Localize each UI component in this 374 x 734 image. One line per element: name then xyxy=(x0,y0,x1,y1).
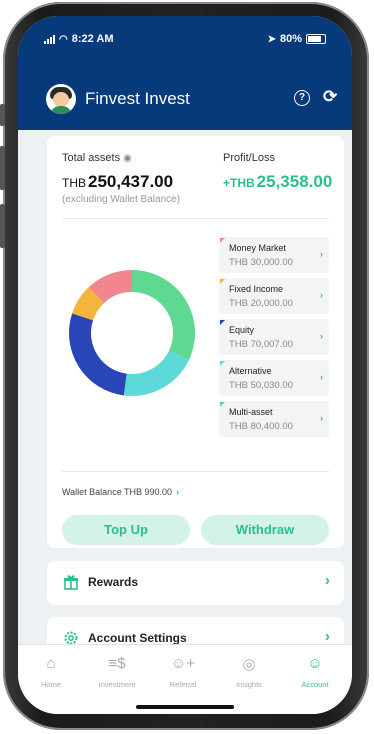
tab-account[interactable]: ☺ Account xyxy=(282,655,348,689)
legend-value: THB 50,030.00 xyxy=(229,380,293,391)
total-assets-amount: 250,437.00 xyxy=(88,172,174,191)
legend-name: Multi-asset xyxy=(229,407,273,417)
chevron-right-icon: › xyxy=(325,572,330,589)
chevron-right-icon: › xyxy=(320,413,323,423)
legend-item-fixed-income[interactable]: Fixed Income THB 20,000.00 › xyxy=(219,278,329,314)
home-indicator xyxy=(136,705,234,709)
app-title: Finvest Invest xyxy=(85,89,190,108)
total-assets-value: THB 250,437.00 xyxy=(62,172,173,192)
wallet-balance-link[interactable]: Wallet Balance THB 990.00 › xyxy=(62,487,179,497)
chevron-right-icon: › xyxy=(320,249,323,259)
tab-investment[interactable]: ≡$ Investment xyxy=(84,655,150,689)
legend-name: Alternative xyxy=(229,366,272,376)
donut-slice-multi-asset[interactable] xyxy=(132,270,195,361)
status-left: ◠ 8:22 AM xyxy=(44,33,114,45)
total-assets-label-text: Total assets xyxy=(62,152,121,164)
donut-slice-equity[interactable] xyxy=(68,313,127,396)
status-time: 8:22 AM xyxy=(71,33,114,45)
tab-home[interactable]: ⌂ Home xyxy=(18,655,84,689)
divider xyxy=(62,218,329,219)
eye-icon[interactable]: ◉ xyxy=(123,153,132,164)
tab-label: Account xyxy=(301,680,329,689)
withdraw-button[interactable]: Withdraw xyxy=(201,515,329,545)
legend-name: Equity xyxy=(229,325,255,335)
profit-loss-label: Profit/Loss xyxy=(223,152,275,164)
legend-color-marker xyxy=(220,279,225,284)
profit-loss-value: +THB 25,358.00 xyxy=(223,172,332,192)
status-bar: ◠ 8:22 AM ➤ 80% xyxy=(18,16,352,60)
gift-icon xyxy=(64,575,78,590)
top-up-button[interactable]: Top Up xyxy=(62,515,190,545)
total-assets-currency: THB xyxy=(62,176,86,190)
volume-up-button xyxy=(0,146,5,190)
tab-label: Home xyxy=(40,680,61,689)
chevron-right-icon: › xyxy=(320,331,323,341)
legend-value: THB 30,000.00 xyxy=(229,257,293,268)
signal-icon xyxy=(44,34,55,44)
legend-item-alternative[interactable]: Alternative THB 50,030.00 › xyxy=(219,360,329,396)
legend-color-marker xyxy=(220,238,225,243)
chevron-right-icon: › xyxy=(320,372,323,382)
tab-insights[interactable]: ◎ Insights xyxy=(216,655,282,689)
divider xyxy=(62,471,329,472)
refresh-icon[interactable]: ⟳ xyxy=(323,87,337,107)
total-assets-label: Total assets ◉ xyxy=(62,152,132,164)
legend-value: THB 70,007.00 xyxy=(229,339,293,350)
screen: ◠ 8:22 AM ➤ 80% Finvest Invest ? ⟳ Total… xyxy=(18,16,352,714)
bottom-tab-bar: ⌂ Home ≡$ Investment ☺+ Referral ◎ Insig… xyxy=(18,644,352,714)
mute-switch xyxy=(0,104,5,126)
legend-item-multi-asset[interactable]: Multi-asset THB 80,400.00 › xyxy=(219,401,329,437)
wallet-balance-text: Wallet Balance THB 990.00 xyxy=(62,487,173,497)
legend-color-marker xyxy=(220,320,225,325)
chevron-right-icon: › xyxy=(320,290,323,300)
investment-icon: ≡$ xyxy=(108,655,126,672)
legend-value: THB 20,000.00 xyxy=(229,298,293,309)
legend-name: Fixed Income xyxy=(229,284,284,294)
volume-down-button xyxy=(0,204,5,248)
legend-item-money-market[interactable]: Money Market THB 30,000.00 › xyxy=(219,237,329,273)
battery-percent: 80% xyxy=(279,33,302,45)
app-title-row: Finvest Invest xyxy=(46,84,190,114)
battery-icon xyxy=(306,34,326,44)
avatar-shirt xyxy=(50,106,72,114)
location-icon: ➤ xyxy=(267,33,276,45)
rewards-label: Rewards xyxy=(88,575,139,589)
home-icon: ⌂ xyxy=(46,655,56,672)
portfolio-card: Total assets ◉ Profit/Loss THB 250,437.00 … xyxy=(47,136,344,548)
legend-name: Money Market xyxy=(229,243,287,253)
donut-slice-alternative[interactable] xyxy=(123,350,189,396)
tab-label: Insights xyxy=(236,680,262,689)
excluding-note: (excluding Wallet Balance) xyxy=(62,194,181,205)
legend-value: THB 80,400.00 xyxy=(229,421,293,432)
app-header: ◠ 8:22 AM ➤ 80% Finvest Invest ? ⟳ xyxy=(18,16,352,130)
legend-color-marker xyxy=(220,402,225,407)
compass-icon: ◎ xyxy=(242,656,256,673)
wifi-icon: ◠ xyxy=(59,33,68,45)
profit-loss-amount: 25,358.00 xyxy=(256,172,333,191)
profit-loss-prefix: +THB xyxy=(223,176,255,190)
tab-label: Investment xyxy=(98,680,136,689)
avatar[interactable] xyxy=(46,84,76,114)
chevron-right-icon: › xyxy=(325,628,330,645)
allocation-donut-chart xyxy=(68,270,195,396)
account-settings-label: Account Settings xyxy=(88,631,187,645)
status-right: ➤ 80% xyxy=(268,33,326,45)
tab-referral[interactable]: ☺+ Referral xyxy=(150,655,216,689)
legend-item-equity[interactable]: Equity THB 70,007.00 › xyxy=(219,319,329,355)
legend-color-marker xyxy=(220,361,225,366)
question-circle-icon[interactable]: ? xyxy=(294,90,310,106)
user-icon: ☺ xyxy=(307,655,323,672)
tab-label: Referral xyxy=(169,680,197,689)
chevron-right-icon: › xyxy=(176,487,180,497)
rewards-row[interactable]: Rewards › xyxy=(47,561,344,605)
avatar-face xyxy=(53,92,69,107)
add-user-icon: ☺+ xyxy=(170,655,196,672)
